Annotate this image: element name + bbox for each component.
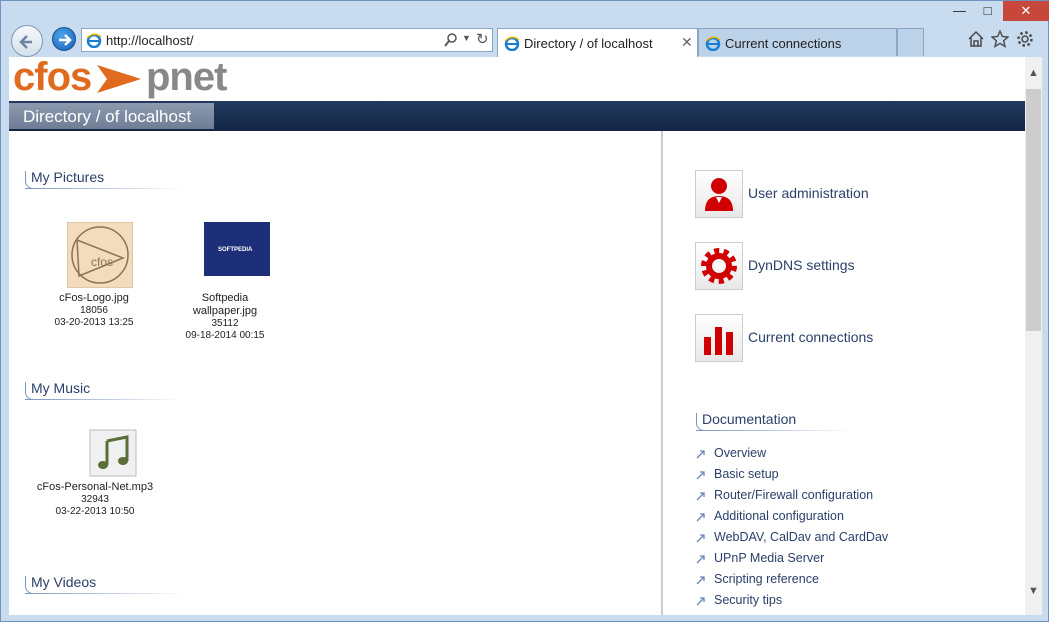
page-title: Directory / of localhost <box>23 107 192 126</box>
title-tab: Directory / of localhost <box>9 103 214 129</box>
home-icon[interactable] <box>967 30 985 48</box>
user-icon-box <box>695 170 743 218</box>
heading-underline <box>25 593 185 594</box>
column-divider <box>661 131 663 615</box>
heading-underline <box>696 430 856 431</box>
cfos-pnet-logo: cfos pnet <box>11 57 241 101</box>
browser-window: — □ ✕ http://localhost/ ▼ ↻ Directory / … <box>0 0 1049 622</box>
current-connections-link[interactable]: Current connections <box>695 314 995 362</box>
file-size: 18056 <box>80 305 108 316</box>
heading-curve <box>25 171 35 189</box>
ie-icon <box>705 36 721 51</box>
address-text: http://localhost/ <box>106 33 194 48</box>
heading-underline <box>25 188 185 189</box>
ie-icon <box>504 36 520 51</box>
maximize-button[interactable]: □ <box>974 1 1001 21</box>
back-button[interactable] <box>11 25 43 57</box>
search-icon[interactable] <box>444 32 458 48</box>
link-arrow-icon <box>696 513 705 522</box>
bar-chart-icon <box>704 327 733 355</box>
file-name: cFos-Personal-Net.mp3 <box>36 481 154 493</box>
file-date: 03-22-2013 10:50 <box>55 506 135 517</box>
favorites-star-icon[interactable] <box>991 30 1009 48</box>
doc-link-text: Router/Firewall configuration <box>714 488 874 502</box>
user-icon <box>705 178 733 211</box>
svg-text:cfos: cfos <box>91 255 113 269</box>
file-name: cFos-Logo.jpg <box>59 292 129 304</box>
scroll-thumb[interactable] <box>1026 89 1041 331</box>
ie-icon <box>86 33 102 48</box>
admin-label: DynDNS settings <box>748 257 855 273</box>
file-size: 35112 <box>211 318 239 329</box>
thumbnail-text: SOFTPEDIA <box>218 247 253 253</box>
link-arrow-icon <box>696 450 705 459</box>
forward-button[interactable] <box>52 27 76 51</box>
page-viewport: cfos pnet Directory / of localhost My Pi… <box>9 57 1025 615</box>
file-item-mp3[interactable]: cFos-Personal-Net.mp3 32943 03-22-2013 1… <box>35 429 155 518</box>
admin-label: User administration <box>748 185 869 201</box>
tab-label: Current connections <box>725 36 842 51</box>
logo-text-right: pnet <box>146 57 227 99</box>
link-arrow-icon <box>696 555 705 564</box>
minimize-button[interactable]: — <box>946 1 973 21</box>
link-arrow-icon <box>696 471 705 480</box>
gear-icon <box>701 248 737 284</box>
heading-text: My Pictures <box>31 169 105 185</box>
tab-label: Directory / of localhost <box>524 36 653 51</box>
scroll-down-icon[interactable]: ▼ <box>1025 585 1042 597</box>
image-thumbnail-icon: SOFTPEDIA <box>203 222 270 288</box>
heading-text: My Videos <box>31 574 97 590</box>
close-button[interactable]: ✕ <box>1003 1 1049 21</box>
link-arrow-icon <box>696 576 705 585</box>
back-arrow-icon <box>19 35 32 49</box>
close-tab-icon[interactable]: ✕ <box>681 34 693 51</box>
doc-link-text: Basic setup <box>714 467 779 481</box>
link-arrow-icon <box>696 492 705 501</box>
admin-label: Current connections <box>748 329 874 345</box>
heading-curve <box>696 413 706 431</box>
forward-arrow-icon <box>59 34 72 46</box>
link-arrow-icon <box>696 534 705 543</box>
section-documentation-heading: Documentation <box>696 411 856 431</box>
heading-curve <box>25 576 35 594</box>
vertical-scrollbar[interactable]: ▲ ▼ <box>1025 57 1042 615</box>
section-pictures-heading: My Pictures <box>25 169 185 189</box>
doc-link-text: Security tips <box>714 593 783 607</box>
tab-current-connections[interactable]: Current connections <box>698 28 897 56</box>
page-header-bar: Directory / of localhost <box>9 101 1025 131</box>
file-date: 09-18-2014 00:15 <box>185 330 265 341</box>
doc-link-text: Additional configuration <box>714 509 844 523</box>
link-arrow-icon <box>696 597 705 606</box>
dyndns-settings-link[interactable]: DynDNS settings <box>695 242 995 290</box>
doc-link-text: Overview <box>714 446 767 460</box>
file-item-softpedia[interactable]: SOFTPEDIA Softpedia wallpaper.jpg 35112 … <box>169 222 281 342</box>
doc-link-text: WebDAV, CalDav and CardDav <box>714 530 889 544</box>
file-date: 03-20-2013 13:25 <box>54 317 134 328</box>
user-administration-link[interactable]: User administration <box>695 170 995 218</box>
heading-curve <box>25 382 35 400</box>
doc-link-text: UPnP Media Server <box>714 551 825 565</box>
section-music-heading: My Music <box>25 380 185 400</box>
logo-arrow-icon <box>97 65 141 93</box>
settings-gear-icon[interactable] <box>1016 30 1034 48</box>
logo-text-left: cfos <box>13 57 92 99</box>
gear-icon-box <box>695 242 743 290</box>
section-videos-heading: My Videos <box>25 574 185 594</box>
address-bar[interactable]: http://localhost/ ▼ ↻ <box>81 28 493 52</box>
image-thumbnail-icon: cfos <box>66 221 134 289</box>
music-file-icon <box>89 429 137 477</box>
bar-chart-icon-box <box>695 314 743 362</box>
doc-link-text: Scripting reference <box>714 572 819 586</box>
file-name: Softpedia wallpaper.jpg <box>192 292 258 317</box>
new-tab-button[interactable] <box>897 28 924 56</box>
file-size: 32943 <box>81 494 109 505</box>
heading-text: Documentation <box>702 411 797 427</box>
refresh-icon[interactable]: ↻ <box>476 30 489 48</box>
heading-text: My Music <box>31 380 91 396</box>
chevron-down-icon[interactable]: ▼ <box>462 33 471 43</box>
tab-directory[interactable]: Directory / of localhost ✕ <box>497 28 698 57</box>
heading-underline <box>25 399 185 400</box>
file-item-cfos-logo[interactable]: cfos cFos-Logo.jpg 18056 03-20-2013 13:2… <box>49 221 139 329</box>
scroll-up-icon[interactable]: ▲ <box>1025 67 1042 79</box>
